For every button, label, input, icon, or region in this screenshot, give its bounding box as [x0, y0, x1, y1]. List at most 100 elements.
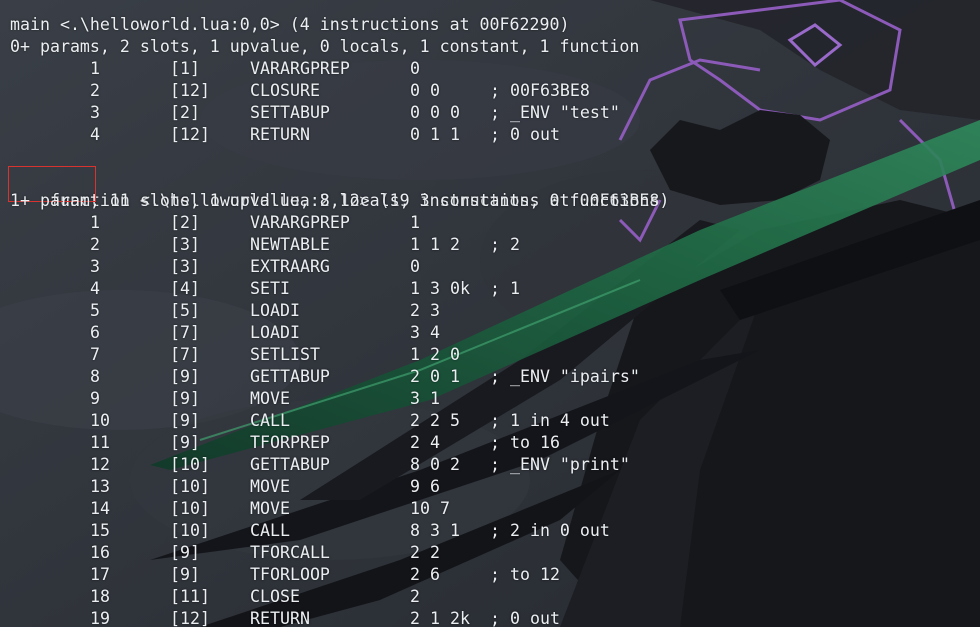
instruction-row: 2 [3] NEWTABLE 1 1 2 ; 2 [10, 234, 520, 256]
instruction-opcode: RETURN [250, 609, 310, 627]
instruction-args: 0 0 0 [410, 103, 460, 122]
instruction-args: 8 3 1 [410, 521, 460, 540]
instruction-row: 17 [9] TFORLOOP 2 6 ; to 12 [10, 564, 560, 586]
instruction-opcode: CALL [250, 411, 290, 430]
instruction-index: 7 [90, 345, 100, 364]
instruction-index: 5 [90, 301, 100, 320]
instruction-source-line: [2] [170, 213, 200, 232]
instruction-opcode: LOADI [250, 301, 300, 320]
instruction-args: 1 1 2 [410, 235, 460, 254]
instruction-source-line: [12] [170, 125, 210, 144]
instruction-args: 1 3 0k [410, 279, 470, 298]
instruction-opcode: TFORCALL [250, 543, 330, 562]
instruction-row: 19 [12] RETURN 2 1 2k ; 0 out [10, 608, 560, 627]
instruction-opcode: GETTABUP [250, 367, 330, 386]
instruction-index: 8 [90, 367, 100, 386]
instruction-args: 2 2 [410, 543, 440, 562]
instruction-comment: ; to 16 [490, 433, 560, 452]
instruction-comment: ; 0 out [490, 609, 560, 627]
instruction-args: 1 2 0 [410, 345, 460, 364]
instruction-index: 6 [90, 323, 100, 342]
instruction-index: 4 [90, 125, 100, 144]
instruction-opcode: EXTRAARG [250, 257, 330, 276]
instruction-comment: ; _ENV "test" [490, 103, 620, 122]
instruction-source-line: [9] [170, 411, 200, 430]
instruction-row: 8 [9] GETTABUP 2 0 1 ; _ENV "ipairs" [10, 366, 640, 388]
instruction-comment: ; 2 in 0 out [490, 521, 610, 540]
main-summary-line: 0+ params, 2 slots, 1 upvalue, 0 locals,… [10, 37, 640, 56]
instruction-args: 2 3 [410, 301, 440, 320]
instruction-row: 15 [10] CALL 8 3 1 ; 2 in 0 out [10, 520, 610, 542]
instruction-opcode: TFORPREP [250, 433, 330, 452]
instruction-index: 17 [90, 565, 110, 584]
instruction-row: 10 [9] CALL 2 2 5 ; 1 in 4 out [10, 410, 610, 432]
terminal-output: main <.\helloworld.lua:0,0> (4 instructi… [0, 0, 980, 627]
instruction-args: 0 [410, 257, 420, 276]
instruction-index: 1 [90, 213, 100, 232]
instruction-row: 3 [2] SETTABUP 0 0 0 ; _ENV "test" [10, 102, 620, 124]
instruction-args: 3 1 [410, 389, 440, 408]
instruction-comment: ; _ENV "ipairs" [490, 367, 640, 386]
instruction-args: 9 6 [410, 477, 440, 496]
instruction-args: 0 0 [410, 81, 440, 100]
instruction-index: 1 [90, 59, 100, 78]
instruction-source-line: [11] [170, 587, 210, 606]
instruction-source-line: [10] [170, 477, 210, 496]
instruction-opcode: SETTABUP [250, 103, 330, 122]
instruction-index: 3 [90, 103, 100, 122]
instruction-row: 12 [10] GETTABUP 8 0 2 ; _ENV "print" [10, 454, 630, 476]
instruction-source-line: [4] [170, 279, 200, 298]
instruction-args: 2 0 1 [410, 367, 460, 386]
instruction-opcode: LOADI [250, 323, 300, 342]
instruction-opcode: MOVE [250, 389, 290, 408]
instruction-index: 19 [90, 609, 110, 627]
instruction-opcode: TFORLOOP [250, 565, 330, 584]
instruction-source-line: [9] [170, 543, 200, 562]
instruction-args: 1 [410, 213, 420, 232]
instruction-index: 9 [90, 389, 100, 408]
instruction-row: 18 [11] CLOSE 2 [10, 586, 420, 608]
instruction-comment: ; 0 out [490, 125, 560, 144]
instruction-comment: ; 00F63BE8 [490, 81, 590, 100]
instruction-row: 3 [3] EXTRAARG 0 [10, 256, 420, 278]
instruction-opcode: MOVE [250, 499, 290, 518]
instruction-index: 4 [90, 279, 100, 298]
instruction-source-line: [3] [170, 235, 200, 254]
instruction-opcode: VARARGPREP [250, 59, 350, 78]
instruction-index: 18 [90, 587, 110, 606]
instruction-index: 11 [90, 433, 110, 452]
instruction-comment: ; to 12 [490, 565, 560, 584]
instruction-row: 11 [9] TFORPREP 2 4 ; to 16 [10, 432, 560, 454]
instruction-row: 1 [2] VARARGPREP 1 [10, 212, 420, 234]
instruction-opcode: NEWTABLE [250, 235, 330, 254]
instruction-index: 2 [90, 81, 100, 100]
instruction-source-line: [5] [170, 301, 200, 320]
instruction-row: 7 [7] SETLIST 1 2 0 [10, 344, 460, 366]
instruction-source-line: [9] [170, 367, 200, 386]
instruction-row: 4 [4] SETI 1 3 0k ; 1 [10, 278, 520, 300]
instruction-index: 13 [90, 477, 110, 496]
instruction-opcode: CLOSE [250, 587, 300, 606]
instruction-args: 0 [410, 59, 420, 78]
instruction-row: 16 [9] TFORCALL 2 2 [10, 542, 440, 564]
instruction-index: 3 [90, 257, 100, 276]
instruction-opcode: VARARGPREP [250, 213, 350, 232]
instruction-args: 2 1 2k [410, 609, 470, 627]
instruction-args: 3 4 [410, 323, 440, 342]
instruction-source-line: [12] [170, 81, 210, 100]
instruction-args: 2 2 5 [410, 411, 460, 430]
instruction-opcode: SETLIST [250, 345, 320, 364]
instruction-args: 0 1 1 [410, 125, 460, 144]
instruction-source-line: [10] [170, 521, 210, 540]
instruction-args: 2 [410, 587, 420, 606]
instruction-source-line: [9] [170, 565, 200, 584]
instruction-args: 2 4 [410, 433, 440, 452]
instruction-opcode: SETI [250, 279, 290, 298]
instruction-args: 8 0 2 [410, 455, 460, 474]
instruction-comment: ; 1 in 4 out [490, 411, 610, 430]
instruction-source-line: [10] [170, 455, 210, 474]
instruction-comment: ; 1 [490, 279, 520, 298]
instruction-source-line: [10] [170, 499, 210, 518]
instruction-row: 5 [5] LOADI 2 3 [10, 300, 440, 322]
instruction-row: 2 [12] CLOSURE 0 0 ; 00F63BE8 [10, 80, 590, 102]
